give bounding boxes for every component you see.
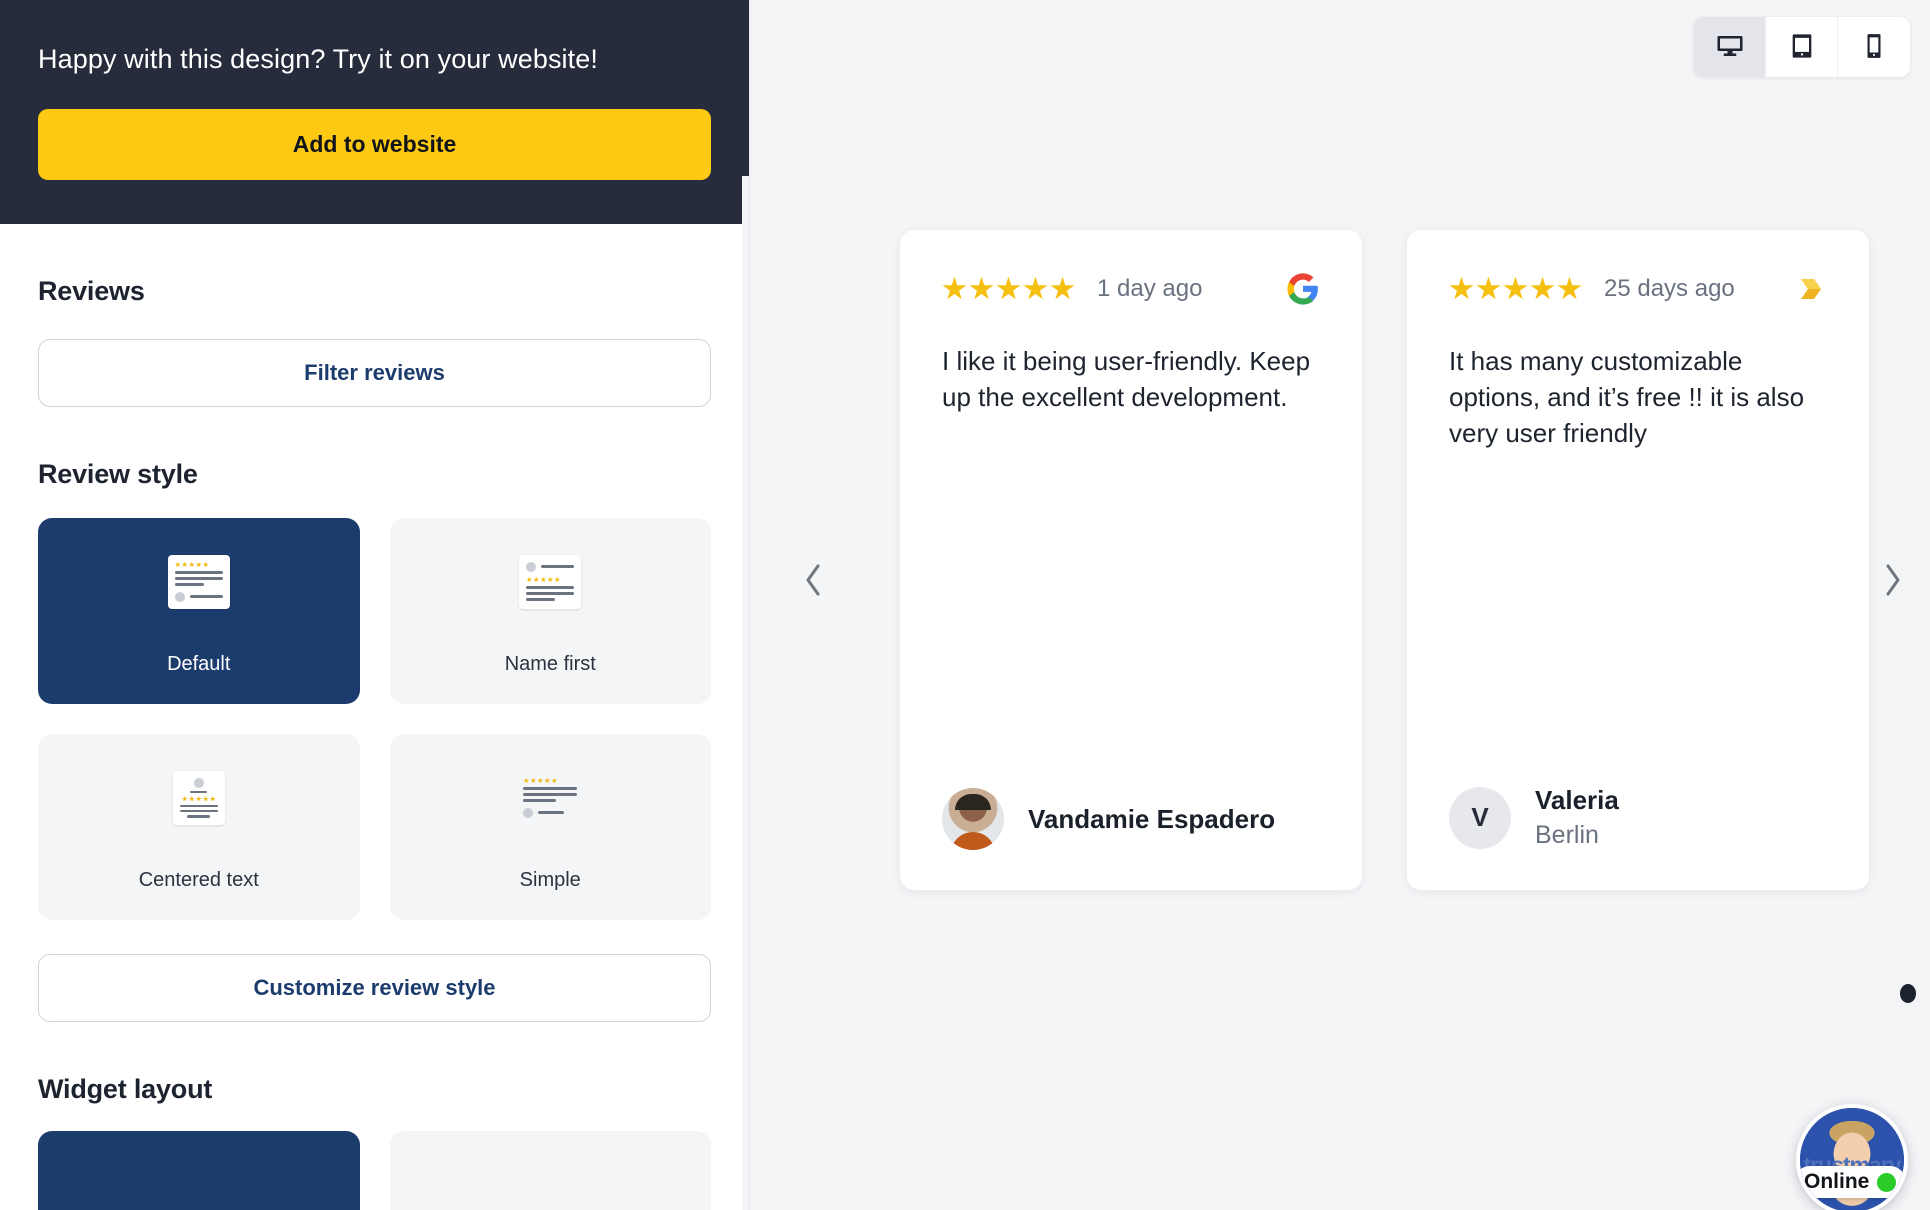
- rating-stars: [1449, 276, 1582, 302]
- review-card-centered-thumb: [172, 763, 225, 833]
- widget-layout-section-title: Widget layout: [38, 1074, 213, 1105]
- trustmary-icon: [1793, 272, 1827, 306]
- device-mobile-button[interactable]: [1838, 17, 1910, 77]
- avatar: [942, 788, 1004, 850]
- review-style-section-title: Review style: [38, 459, 198, 490]
- review-cards-carousel: 1 day ago I like it being user-friendly.…: [900, 230, 1869, 890]
- carousel-pagination: 1 / 27: [1900, 965, 1930, 1021]
- author-location: Berlin: [1535, 821, 1599, 849]
- review-author: Vandamie Espadero: [942, 788, 1320, 850]
- review-card-header: 1 day ago: [942, 272, 1320, 306]
- carousel-next-button[interactable]: [1880, 558, 1906, 609]
- review-style-label: Centered text: [138, 868, 259, 891]
- customize-review-style-button[interactable]: Customize review style: [38, 954, 711, 1023]
- promo-title: Happy with this design? Try it on your w…: [38, 44, 598, 74]
- pagination-dot[interactable]: [1900, 983, 1917, 1003]
- widget-layout-options: [38, 1131, 711, 1210]
- review-card-header: 25 days ago: [1449, 272, 1827, 306]
- review-style-options: Default Name first Centered text Simple: [38, 518, 711, 921]
- widget-layout-option-grid[interactable]: [389, 1131, 711, 1210]
- widget-preview: 1 day ago I like it being user-friendly.…: [750, 0, 1930, 1210]
- review-style-option-default[interactable]: Default: [38, 518, 360, 705]
- review-style-option-centered-text[interactable]: Centered text: [38, 734, 360, 921]
- review-timestamp: 1 day ago: [1097, 275, 1203, 302]
- chat-widget-button[interactable]: trustmary Online: [1796, 1104, 1908, 1210]
- rating-stars: [942, 276, 1075, 302]
- status-badge: Online: [1800, 1166, 1904, 1198]
- review-text: It has many customizable options, and it…: [1449, 346, 1805, 448]
- review-text: I like it being user-friendly. Keep up t…: [942, 346, 1311, 412]
- review-card-simple-thumb: [516, 763, 584, 833]
- review-style-label: Simple: [519, 868, 581, 891]
- monitor-icon: [1715, 31, 1745, 64]
- mobile-icon: [1861, 33, 1887, 62]
- add-to-website-button[interactable]: Add to website: [38, 109, 711, 181]
- review-card[interactable]: 1 day ago I like it being user-friendly.…: [900, 230, 1362, 890]
- avatar: V: [1449, 786, 1511, 849]
- review-style-label: Name first: [504, 652, 596, 675]
- green-dot-icon: [1877, 1172, 1897, 1192]
- review-style-option-name-first[interactable]: Name first: [389, 518, 711, 705]
- settings-sidebar: Happy with this design? Try it on your w…: [0, 0, 750, 1210]
- review-timestamp: 25 days ago: [1604, 275, 1735, 302]
- review-card-name-top-thumb: [519, 547, 582, 617]
- review-style-label: Default: [167, 652, 231, 675]
- carousel-prev-button[interactable]: [800, 558, 826, 609]
- status-label: Online: [1804, 1170, 1870, 1193]
- filter-reviews-button[interactable]: Filter reviews: [38, 339, 711, 408]
- tablet-icon: [1788, 32, 1816, 63]
- review-style-option-simple[interactable]: Simple: [389, 734, 711, 921]
- device-preview-toolbar: [1694, 17, 1910, 77]
- app-root: Happy with this design? Try it on your w…: [0, 0, 1930, 1210]
- review-card-stars-top-thumb: [167, 547, 230, 617]
- author-name: Vandamie Espadero: [1028, 803, 1276, 834]
- review-card[interactable]: 25 days ago It has many customizable opt…: [1407, 230, 1869, 890]
- promo-banner: Happy with this design? Try it on your w…: [0, 0, 749, 225]
- review-author: V Valeria Berlin: [1449, 785, 1827, 850]
- sidebar-panel: Reviews Filter reviews Review style Defa…: [0, 276, 749, 1210]
- reviews-section-title: Reviews: [38, 276, 145, 307]
- device-desktop-button[interactable]: [1694, 17, 1766, 77]
- chevron-right-icon: [1880, 564, 1906, 612]
- google-icon: [1286, 272, 1320, 306]
- author-name: Valeria: [1535, 785, 1619, 815]
- sidebar-scrollbar[interactable]: [742, 176, 749, 1210]
- chevron-left-icon: [800, 564, 826, 612]
- widget-layout-option-list[interactable]: [38, 1131, 360, 1210]
- device-tablet-button[interactable]: [1766, 17, 1838, 77]
